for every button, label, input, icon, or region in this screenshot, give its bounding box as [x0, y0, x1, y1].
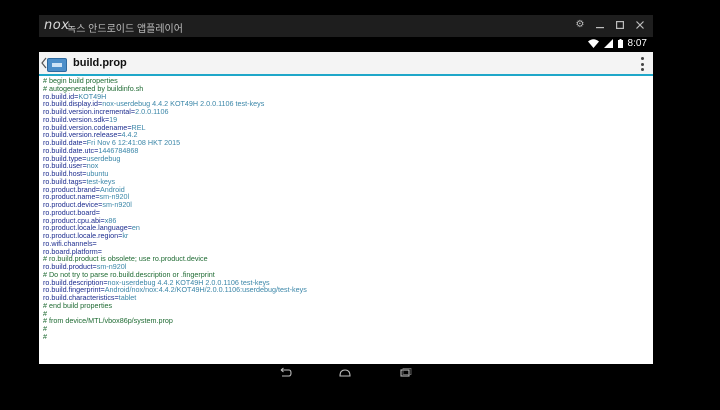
- comment-line: # end build properties: [43, 300, 653, 310]
- file-content[interactable]: # begin build properties # autogenerated …: [39, 76, 653, 364]
- comment-line: #: [43, 325, 653, 333]
- wifi-icon: [587, 39, 599, 48]
- home-icon[interactable]: [337, 366, 353, 378]
- maximize-icon[interactable]: [613, 18, 627, 32]
- property-line: ro.product.board=: [43, 208, 653, 217]
- property-line: ro.build.characteristics=tablet: [43, 294, 653, 302]
- minimize-icon[interactable]: [593, 18, 607, 32]
- close-icon[interactable]: [633, 18, 647, 32]
- property-line: ro.product.name=sm-n920l: [43, 193, 653, 201]
- property-line: ro.product.brand=Android: [43, 185, 653, 194]
- comment-line: #: [43, 331, 653, 341]
- back-icon[interactable]: [277, 366, 293, 378]
- property-line: ro.build.user=nox: [43, 162, 653, 170]
- battery-icon: [617, 39, 623, 48]
- property-line: ro.product.locale.language=en: [43, 224, 653, 232]
- window-controls: ⚙: [573, 18, 647, 32]
- status-icons: 8:07: [587, 38, 647, 49]
- property-value: en: [131, 223, 140, 233]
- gear-icon[interactable]: ⚙: [573, 18, 587, 32]
- window-title: 녹스 안드로이드 앱플레이어: [67, 24, 183, 35]
- property-value: 2.0.0.1106: [135, 107, 169, 116]
- android-status-bar: 8:07: [39, 37, 653, 52]
- property-line: ro.product.device=sm-n920l: [43, 201, 653, 209]
- property-value: kr: [122, 231, 129, 240]
- recents-icon[interactable]: [397, 366, 413, 378]
- android-nav-bar: [39, 364, 653, 381]
- property-line: ro.build.date.utc=1446784868: [43, 146, 653, 155]
- comment-text: # from device/MTL/vbox86p/system.prop: [43, 316, 173, 326]
- property-line: ro.product.locale.region=kr: [43, 232, 653, 240]
- property-line: ro.wifi.channels=: [43, 239, 653, 248]
- file-title: build.prop: [73, 57, 127, 69]
- comment-line: # from device/MTL/vbox86p/system.prop: [43, 317, 653, 325]
- property-line: ro.build.type=userdebug: [43, 154, 653, 163]
- app-file-icon[interactable]: [47, 58, 67, 72]
- property-value: tablet: [118, 293, 137, 302]
- property-line: ro.build.tags=test-keys: [43, 177, 653, 186]
- comment-line: # autogenerated by buildinfo.sh: [43, 84, 653, 93]
- window-titlebar[interactable]: nox 녹스 안드로이드 앱플레이어 ⚙: [39, 15, 653, 37]
- signal-icon: [603, 39, 613, 48]
- status-time: 8:07: [627, 38, 647, 49]
- emulator-window: nox 녹스 안드로이드 앱플레이어 ⚙ 8:07 build.prop # b…: [39, 15, 653, 381]
- action-bar: build.prop: [39, 52, 653, 76]
- property-line: ro.build.version.incremental=2.0.0.1106: [43, 108, 653, 116]
- comment-text: # end build properties: [43, 300, 113, 310]
- overflow-menu-icon[interactable]: [639, 57, 645, 71]
- nox-logo: nox: [44, 18, 70, 33]
- comment-text: #: [43, 331, 47, 341]
- property-line: ro.build.host=ubuntu: [43, 170, 653, 178]
- comment-line: # ro.build.product is obsolete; use ro.p…: [43, 255, 653, 263]
- property-value: sm-n920l: [102, 200, 132, 209]
